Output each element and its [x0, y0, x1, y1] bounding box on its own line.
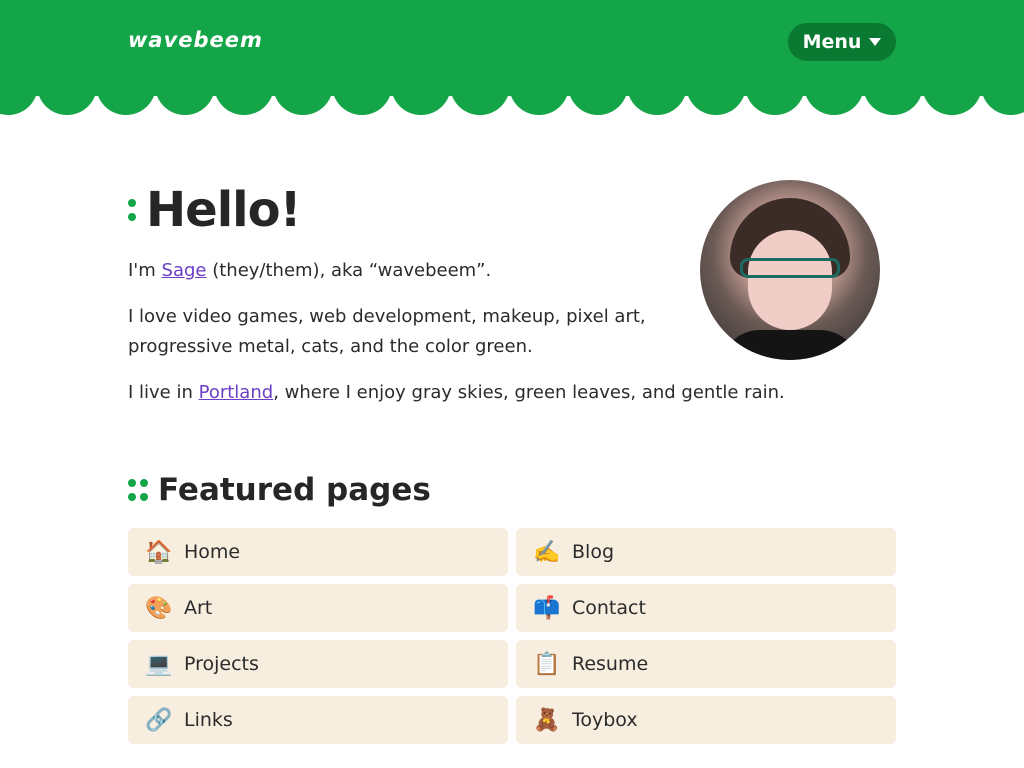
featured-pages-grid: 🏠 Home ✍️ Blog 🎨 Art 📫 Contact 💻 Project…	[128, 528, 896, 744]
mailbox-icon: 📫	[533, 595, 561, 621]
profile-avatar	[700, 180, 880, 360]
intro-line-location: I live in Portland, where I enjoy gray s…	[128, 382, 785, 403]
scallop-shape	[804, 80, 864, 115]
scallop-shape	[96, 80, 156, 115]
house-icon: 🏠	[145, 539, 173, 565]
writing-hand-icon: ✍️	[533, 539, 561, 565]
featured-link-toybox[interactable]: 🧸 Toybox	[516, 696, 896, 744]
scallop-shape	[37, 80, 97, 115]
site-logo[interactable]: wavebeem	[128, 28, 263, 52]
sage-link[interactable]: Sage	[162, 260, 207, 281]
featured-link-home[interactable]: 🏠 Home	[128, 528, 508, 576]
featured-link-label: Art	[184, 597, 213, 619]
featured-link-label: Contact	[572, 597, 646, 619]
featured-link-contact[interactable]: 📫 Contact	[516, 584, 896, 632]
menu-button-label: Menu	[802, 31, 862, 53]
featured-link-label: Links	[184, 709, 233, 731]
scallop-shape	[627, 80, 687, 115]
link-icon: 🔗	[145, 707, 173, 733]
featured-link-resume[interactable]: 📋 Resume	[516, 640, 896, 688]
featured-link-label: Blog	[572, 541, 614, 563]
scallop-shape	[391, 80, 451, 115]
scallop-shape	[214, 80, 274, 115]
header-scallop-border	[0, 80, 1024, 120]
colon-bullet-icon	[128, 199, 136, 221]
featured-link-projects[interactable]: 💻 Projects	[128, 640, 508, 688]
featured-heading: Featured pages	[128, 472, 431, 508]
scallop-shape	[155, 80, 215, 115]
featured-link-art[interactable]: 🎨 Art	[128, 584, 508, 632]
scallop-shape	[568, 80, 628, 115]
palette-icon: 🎨	[145, 595, 173, 621]
caret-down-icon	[869, 38, 882, 46]
laptop-icon: 💻	[145, 651, 173, 677]
scallop-shape	[922, 80, 982, 115]
scallop-shape	[745, 80, 805, 115]
intro-line-interests: I love video games, web development, mak…	[128, 306, 646, 357]
scallop-shape	[509, 80, 569, 115]
portland-link[interactable]: Portland	[199, 382, 274, 403]
featured-title: Featured pages	[158, 472, 431, 508]
scallop-shape	[981, 80, 1024, 115]
scallop-shape	[273, 80, 333, 115]
scallop-shape	[450, 80, 510, 115]
featured-link-links[interactable]: 🔗 Links	[128, 696, 508, 744]
featured-link-label: Resume	[572, 653, 649, 675]
clipboard-icon: 📋	[533, 651, 561, 677]
intro-heading: Hello!	[128, 182, 301, 238]
scallop-shape	[686, 80, 746, 115]
featured-link-label: Home	[184, 541, 241, 563]
page-title: Hello!	[146, 182, 301, 238]
featured-link-label: Projects	[184, 653, 259, 675]
featured-link-label: Toybox	[572, 709, 638, 731]
scallop-shape	[332, 80, 392, 115]
double-colon-bullet-icon	[128, 479, 148, 501]
intro-line-name: I'm Sage (they/them), aka “wavebeem”.	[128, 260, 492, 281]
menu-button[interactable]: Menu	[788, 23, 896, 61]
scallop-shape	[863, 80, 923, 115]
teddy-bear-icon: 🧸	[533, 707, 561, 733]
featured-link-blog[interactable]: ✍️ Blog	[516, 528, 896, 576]
scallop-shape	[0, 80, 38, 115]
